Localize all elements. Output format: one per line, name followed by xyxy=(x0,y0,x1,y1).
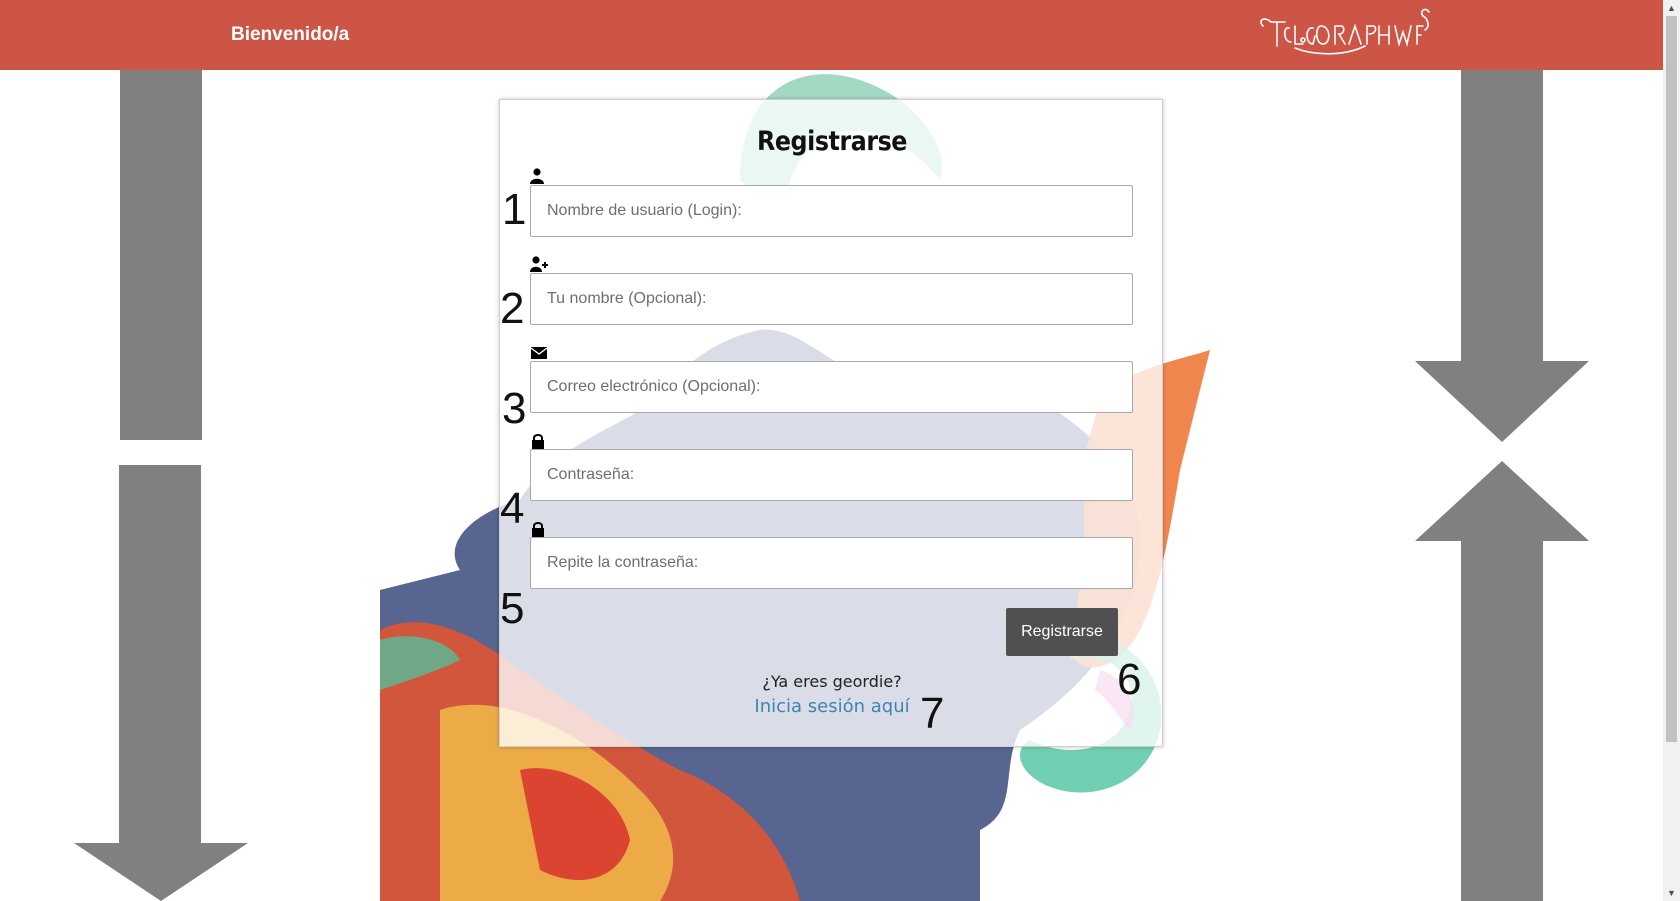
scroll-down-arrow-icon[interactable]: ▼ xyxy=(1663,885,1680,901)
top-bar: Bienvenido/a xyxy=(0,0,1663,70)
annotation-number: 4 xyxy=(500,484,525,533)
arrow-down-left-bottom-icon xyxy=(74,465,248,901)
fullname-input[interactable] xyxy=(530,273,1133,325)
register-form-card: Registrarse 1 2 3 4 xyxy=(499,99,1163,747)
vertical-scrollbar[interactable]: ▲ ▼ xyxy=(1663,0,1680,901)
arrow-down-left-top xyxy=(120,70,202,440)
confirm-password-input[interactable] xyxy=(530,537,1133,589)
envelope-icon xyxy=(530,347,548,359)
lock-icon xyxy=(532,434,544,449)
site-logo[interactable] xyxy=(1255,4,1431,58)
annotation-number: 2 xyxy=(500,284,525,333)
form-title: Registrarse xyxy=(757,126,907,157)
annotation-number: 7 xyxy=(920,689,945,738)
register-button[interactable]: Registrarse xyxy=(1006,608,1118,656)
already-member-text: ¿Ya eres geordie? xyxy=(762,672,902,691)
annotation-number: 1 xyxy=(502,185,527,234)
welcome-text: Bienvenido/a xyxy=(231,24,350,45)
arrow-down-right-icon xyxy=(1415,70,1589,442)
arrow-up-right-icon xyxy=(1415,461,1589,901)
scrollbar-thumb[interactable] xyxy=(1666,16,1677,742)
password-input[interactable] xyxy=(530,449,1133,501)
email-input[interactable] xyxy=(530,361,1133,413)
login-link[interactable]: Inicia sesión aquí xyxy=(500,696,1164,717)
annotation-number: 3 xyxy=(502,384,527,433)
lock-icon xyxy=(532,522,544,537)
user-plus-icon xyxy=(530,256,548,272)
username-input[interactable] xyxy=(530,185,1133,237)
annotation-number: 5 xyxy=(500,584,525,633)
scroll-up-arrow-icon[interactable]: ▲ xyxy=(1663,0,1680,16)
user-icon xyxy=(530,168,544,184)
page-viewport: Bienvenido/a Registrarse Nombre de usuar… xyxy=(0,0,1663,901)
